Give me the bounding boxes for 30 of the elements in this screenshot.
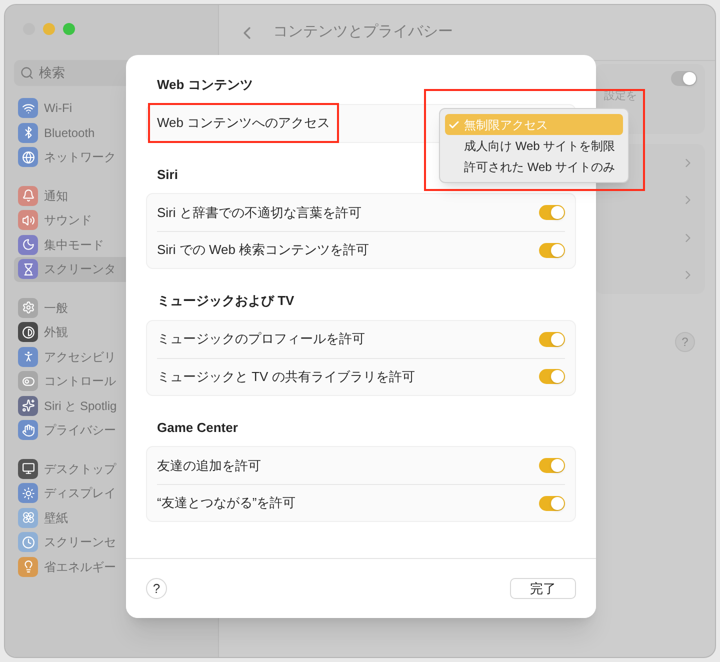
menu-item[interactable]: 許可された Web サイトのみ [445, 156, 623, 177]
section-heading: Game Center [156, 418, 239, 436]
menu-item[interactable]: 成人向け Web サイトを制限 [445, 135, 623, 156]
setting-label: Siri での Web 検索コンテンツを許可 [157, 241, 370, 260]
help-button[interactable]: ? [675, 332, 695, 352]
menu-item[interactable]: 無制限アクセス [445, 114, 623, 135]
checkmark-icon [448, 118, 460, 130]
zoom-window-button[interactable] [63, 23, 75, 35]
toggle-switch[interactable] [671, 71, 697, 86]
setting-label: “友達とつながる”を許可 [157, 494, 296, 512]
done-button[interactable]: 完了 [510, 578, 576, 599]
sidebar-item[interactable]: Siri と Spotlig [14, 394, 209, 418]
toggle-switch[interactable] [539, 369, 565, 384]
setting-label: ミュージックと TV の共有ライブラリを許可 [157, 368, 415, 386]
toggle-switch[interactable] [539, 458, 565, 473]
setting-label: Siri と辞書での不適切な言葉を許可 [157, 204, 362, 222]
window-title: コンテンツとプライバシー [273, 22, 453, 42]
search-icon [20, 66, 34, 80]
toggle-switch[interactable] [539, 205, 565, 220]
minimize-window-button[interactable] [43, 23, 55, 35]
sidebar-item[interactable]: 省エネルギー [14, 554, 209, 579]
sidebar-item[interactable]: スクリーンセ [14, 530, 209, 554]
toggle-switch[interactable] [539, 332, 565, 346]
setting-label: Web コンテンツへのアクセス [157, 115, 330, 130]
help-button[interactable]: ? [146, 578, 167, 599]
setting-label: 友達の追加を許可 [157, 456, 261, 475]
toggle-switch[interactable] [539, 242, 565, 258]
section-heading: ミュージックおよび TV [156, 292, 296, 310]
search-input[interactable]: 検索 [39, 63, 139, 83]
toggle-switch[interactable] [539, 496, 565, 510]
